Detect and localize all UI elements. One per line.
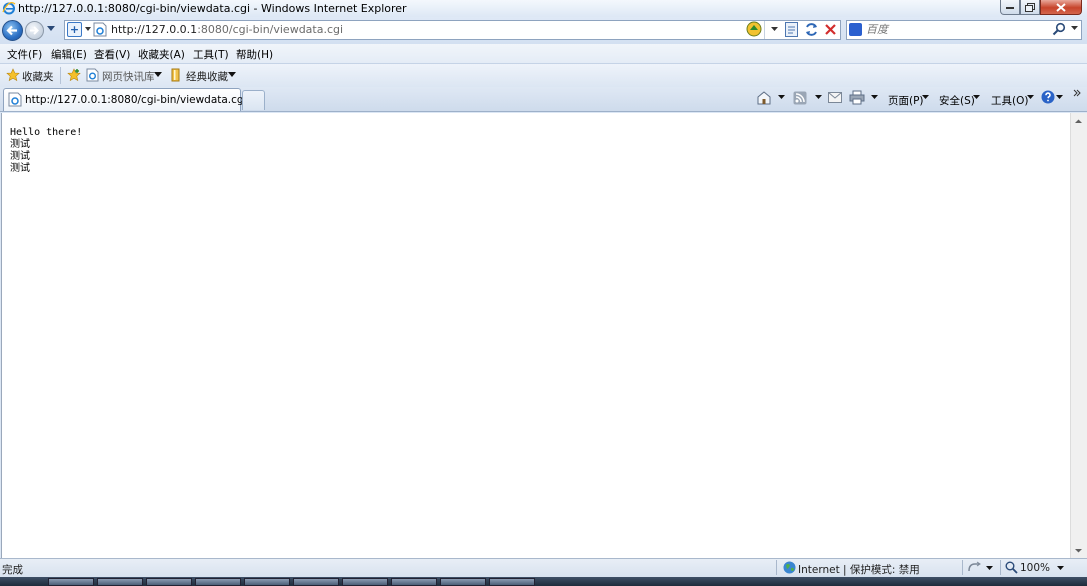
menu-view[interactable]: 查看(V): [94, 47, 130, 62]
taskbar-button[interactable]: [293, 578, 339, 586]
close-window-button[interactable]: [1040, 0, 1082, 15]
forward-button[interactable]: [25, 21, 44, 40]
minimize-button[interactable]: [1000, 0, 1020, 15]
menu-help[interactable]: 帮助(H): [236, 47, 273, 62]
address-separator: [764, 21, 765, 39]
scroll-down-arrow-icon[interactable]: [1071, 543, 1086, 558]
feeds-icon[interactable]: [793, 91, 807, 105]
web-slice-gallery-link[interactable]: 网页快讯库: [102, 69, 155, 84]
page-body-text: Hello there! 测试 测试 测试: [10, 127, 82, 175]
url-path: :8080/cgi-bin/viewdata.cgi: [197, 23, 344, 36]
favorites-star-icon: [6, 68, 20, 82]
zoom-dropdown-icon[interactable]: [1057, 566, 1064, 571]
favorites-bar: [0, 64, 1087, 87]
taskbar-button[interactable]: [489, 578, 535, 586]
safety-menu-button[interactable]: 安全(S): [939, 93, 975, 108]
add-to-favorites-bar-icon[interactable]: [67, 68, 81, 82]
arrow-left-icon: [6, 25, 17, 36]
taskbar-button[interactable]: [244, 578, 290, 586]
menu-tools[interactable]: 工具(T): [193, 47, 229, 62]
refresh-icon[interactable]: [803, 21, 820, 38]
add-button-icon[interactable]: +: [67, 22, 82, 37]
taskbar-button[interactable]: [146, 578, 192, 586]
scroll-up-arrow-icon[interactable]: [1071, 114, 1086, 129]
web-slice-dropdown-icon[interactable]: [154, 72, 162, 77]
stop-icon[interactable]: [822, 21, 839, 38]
tools-menu-dropdown-icon[interactable]: [1027, 95, 1034, 100]
favorites-button[interactable]: 收藏夹: [22, 69, 54, 84]
mail-icon[interactable]: [828, 92, 842, 103]
fav-separator: [60, 67, 61, 84]
taskbar-button[interactable]: [97, 578, 143, 586]
status-text: 完成: [2, 564, 23, 576]
print-dropdown-icon[interactable]: [871, 95, 878, 100]
restore-button[interactable]: [1020, 0, 1040, 15]
search-icon[interactable]: [1052, 22, 1066, 36]
menu-file[interactable]: 文件(F): [7, 47, 42, 62]
window-title: http://127.0.0.1:8080/cgi-bin/viewdata.c…: [18, 2, 407, 15]
page-ie-icon: [93, 22, 107, 37]
search-input[interactable]: [866, 23, 1046, 36]
ie-logo-icon: [2, 1, 16, 15]
popup-dropdown-icon[interactable]: [986, 566, 993, 571]
tools-menu-button[interactable]: 工具(O): [991, 93, 1028, 108]
taskbar-button[interactable]: [391, 578, 437, 586]
search-options-dropdown-icon[interactable]: [1071, 26, 1078, 31]
arrow-right-icon: [30, 26, 39, 35]
chevron-more-icon[interactable]: [1073, 89, 1081, 97]
page-ie-icon: [8, 92, 22, 107]
safety-menu-dropdown-icon[interactable]: [973, 95, 980, 100]
menu-favorites[interactable]: 收藏夹(A): [138, 47, 185, 62]
page-content: [1, 113, 1070, 558]
menu-edit[interactable]: 编辑(E): [51, 47, 87, 62]
minimize-icon: [1005, 7, 1014, 9]
compatibility-view-icon[interactable]: [746, 21, 762, 37]
popup-blocker-icon[interactable]: [967, 561, 982, 574]
vertical-scrollbar[interactable]: [1070, 113, 1087, 558]
taskbar-button[interactable]: [195, 578, 241, 586]
classic-favorites-link[interactable]: 经典收藏: [186, 69, 228, 84]
page-menu-dropdown-icon[interactable]: [922, 95, 929, 100]
page-line: 测试: [10, 163, 30, 174]
zoom-icon[interactable]: [1005, 561, 1018, 574]
status-separator: [962, 560, 963, 575]
home-dropdown-icon[interactable]: [778, 95, 785, 100]
status-bar: [0, 558, 1087, 577]
recent-pages-dropdown-icon[interactable]: [47, 26, 55, 32]
classic-favorites-dropdown-icon[interactable]: [228, 72, 236, 77]
zoom-level[interactable]: 100%: [1020, 562, 1050, 574]
status-separator: [1000, 560, 1001, 575]
address-dropdown-icon[interactable]: [771, 27, 778, 32]
help-icon[interactable]: [1041, 90, 1055, 104]
taskbar-button[interactable]: [342, 578, 388, 586]
chevron-down-icon[interactable]: [85, 27, 91, 32]
feeds-dropdown-icon[interactable]: [815, 95, 822, 100]
taskbar-button[interactable]: [440, 578, 486, 586]
web-slice-gallery-icon: [86, 68, 99, 82]
new-tab-button[interactable]: [242, 90, 265, 110]
restore-icon: [1025, 2, 1035, 12]
url-host: http://127.0.0.1: [111, 23, 198, 36]
baidu-provider-icon[interactable]: [849, 23, 862, 36]
print-icon[interactable]: [849, 90, 865, 105]
page-line: 测试: [10, 139, 30, 150]
folder-icon: [171, 68, 180, 82]
security-zone-text[interactable]: Internet | 保护模式: 禁用: [798, 562, 920, 577]
rss-feed-icon[interactable]: [785, 22, 798, 37]
close-icon: [1056, 2, 1066, 12]
status-separator: [776, 560, 777, 575]
taskbar-button[interactable]: [48, 578, 94, 586]
back-button[interactable]: [2, 20, 23, 41]
page-menu-button[interactable]: 页面(P): [888, 93, 924, 108]
page-line: Hello there!: [10, 127, 83, 138]
help-dropdown-icon[interactable]: [1056, 95, 1063, 100]
page-line: 测试: [10, 151, 30, 162]
address-url[interactable]: http://127.0.0.1:8080/cgi-bin/viewdata.c…: [111, 23, 343, 36]
home-icon[interactable]: [756, 90, 772, 105]
tab-title: http://127.0.0.1:8080/cgi-bin/viewdata.c…: [25, 94, 247, 106]
internet-globe-icon: [783, 561, 796, 574]
